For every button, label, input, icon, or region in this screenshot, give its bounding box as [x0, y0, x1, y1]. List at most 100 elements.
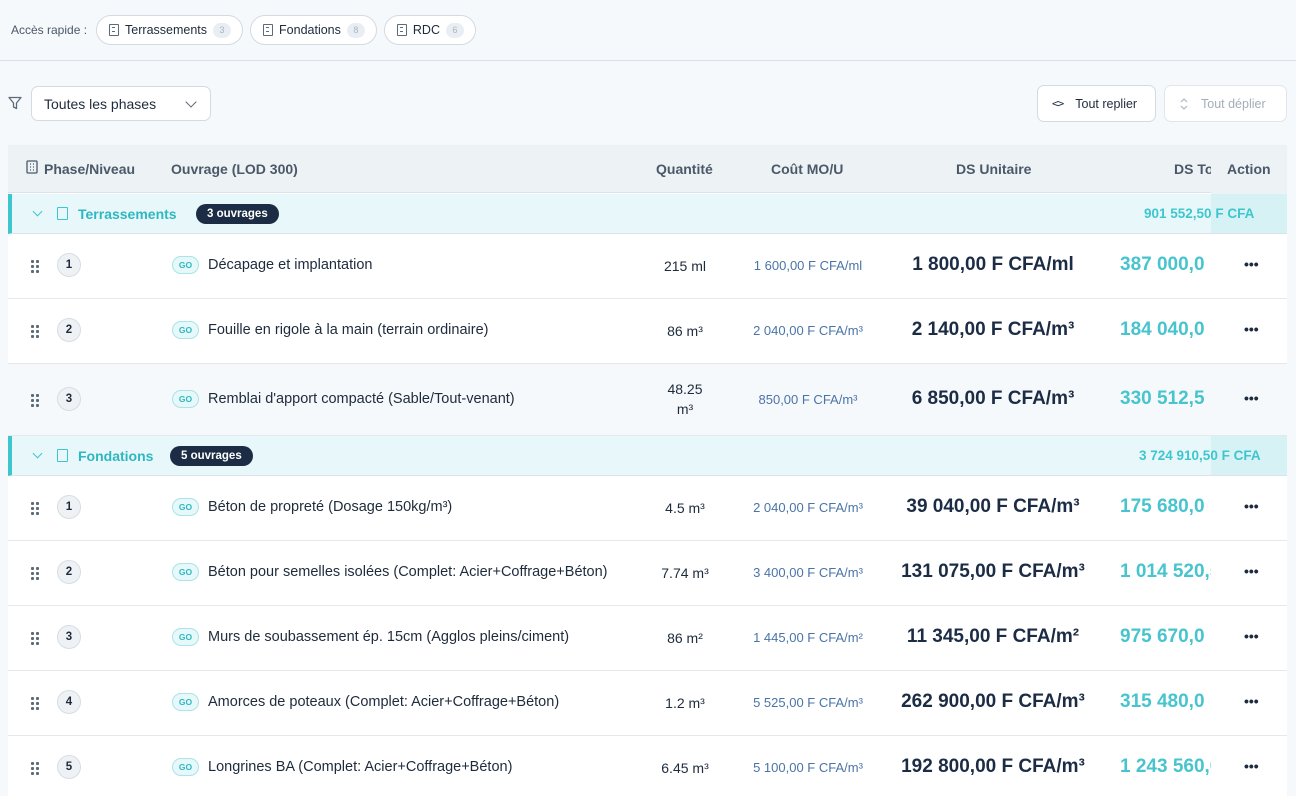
- table-header: Phase/Niveau Ouvrage (LOD 300) Quantité …: [8, 145, 1287, 209]
- table-row[interactable]: 2 GO Béton pour semelles isolées (Comple…: [8, 541, 1287, 606]
- more-horizontal-icon[interactable]: •••: [1244, 693, 1259, 709]
- header-ds-total[interactable]: DS To: [1174, 161, 1213, 177]
- ds-total-cell: 184 040,0: [1120, 319, 1211, 341]
- table-row[interactable]: 2 GO Fouille en rigole à la main (terrai…: [8, 299, 1287, 364]
- action-cell: •••: [1211, 234, 1287, 298]
- quantity: 7.74 m³: [661, 565, 709, 581]
- lot-tag: GO: [172, 321, 199, 339]
- chip-count: 8: [346, 22, 365, 38]
- group-name: Terrassements: [78, 206, 177, 222]
- header-ds-unitaire[interactable]: DS Unitaire: [956, 161, 1031, 177]
- ouvrage-label: Fouille en rigole à la main (terrain ord…: [208, 322, 489, 338]
- drag-handle-icon[interactable]: [31, 260, 39, 273]
- drag-handle-icon[interactable]: [31, 502, 39, 515]
- building-icon: [57, 207, 68, 220]
- building-icon: [109, 24, 120, 36]
- cost-mo: 1 600,00 F CFA/ml: [753, 258, 863, 273]
- ds-total: 975 670,0: [1120, 626, 1205, 647]
- table-row[interactable]: 1 GO Décapage et implantation 215 ml 1 6…: [8, 234, 1287, 299]
- more-horizontal-icon[interactable]: •••: [1244, 390, 1259, 406]
- collapse-all-button[interactable]: <> Tout replier: [1037, 85, 1156, 122]
- more-horizontal-icon[interactable]: •••: [1244, 563, 1259, 579]
- group-total: 901 552,50 F CFA: [1144, 206, 1255, 221]
- group-total: 3 724 910,50 F CFA: [1139, 448, 1261, 463]
- quick-access-bar: Accès rapide : Terrassements 3 Fondation…: [0, 0, 1296, 61]
- phase-select[interactable]: Toutes les phases: [31, 86, 211, 121]
- ds-total-cell: 975 670,0: [1120, 626, 1211, 648]
- expand-all-button[interactable]: Tout déplier: [1164, 85, 1287, 122]
- row-number: 1: [57, 495, 81, 519]
- ouvrage-label: Amorces de poteaux (Complet: Acier+Coffr…: [208, 694, 560, 710]
- quantity: 6.45 m³: [661, 760, 709, 776]
- header-action: Action: [1227, 161, 1271, 177]
- quick-chip-rdc[interactable]: RDC 6: [383, 15, 476, 45]
- ds-total: 330 512,5: [1120, 388, 1205, 409]
- ouvrage-label: Remblai d'apport compacté (Sable/Tout-ve…: [208, 391, 515, 407]
- drag-handle-icon[interactable]: [31, 762, 39, 775]
- quantity: 1.2 m³: [665, 695, 705, 711]
- action-cell: •••: [1211, 541, 1287, 605]
- quick-access-label: Accès rapide :: [11, 23, 88, 37]
- phase-select-value: Toutes les phases: [44, 95, 157, 112]
- cost-mo: 5 100,00 F CFA/m³: [753, 760, 863, 775]
- ds-total: 387 000,0: [1120, 254, 1205, 275]
- cost-mo: 2 040,00 F CFA/m³: [753, 500, 863, 515]
- table-row[interactable]: 5 GO Longrines BA (Complet: Acier+Coffra…: [8, 736, 1287, 796]
- lot-tag: GO: [172, 628, 199, 646]
- ds-unitaire: 11 345,00 F CFA/m²: [906, 626, 1080, 647]
- row-number: 2: [57, 560, 81, 584]
- ds-unitaire: 1 800,00 F CFA/ml: [912, 254, 1074, 275]
- chevron-down-icon: [185, 96, 197, 108]
- table-row[interactable]: 4 GO Amorces de poteaux (Complet: Acier+…: [8, 671, 1287, 736]
- more-horizontal-icon[interactable]: •••: [1244, 628, 1259, 644]
- chevron-down-icon[interactable]: [32, 206, 43, 217]
- cost-mo: 3 400,00 F CFA/m³: [753, 565, 863, 580]
- table-row[interactable]: 3 GO Murs de soubassement ép. 15cm (Aggl…: [8, 606, 1287, 671]
- quick-chip-terrassements[interactable]: Terrassements 3: [96, 15, 244, 45]
- chip-label: Terrassements: [125, 23, 208, 37]
- more-horizontal-icon[interactable]: •••: [1244, 498, 1259, 514]
- expand-all-label: Tout déplier: [1201, 96, 1266, 111]
- header-quantite[interactable]: Quantité: [656, 161, 713, 177]
- header-ouvrage[interactable]: Ouvrage (LOD 300): [171, 161, 298, 177]
- table-row[interactable]: 1 GO Béton de propreté (Dosage 150kg/m³)…: [8, 476, 1287, 541]
- drag-handle-icon[interactable]: [31, 632, 39, 645]
- lot-tag: GO: [172, 758, 199, 776]
- ds-unitaire: 131 075,00 F CFA/m³: [901, 561, 1085, 582]
- table-row[interactable]: 3 GO Remblai d'apport compacté (Sable/To…: [8, 364, 1287, 436]
- ds-total: 184 040,0: [1120, 319, 1205, 340]
- ds-total-cell: 387 000,0: [1120, 254, 1211, 276]
- row-number: 3: [57, 625, 81, 649]
- more-horizontal-icon[interactable]: •••: [1244, 321, 1259, 337]
- drag-handle-icon[interactable]: [31, 567, 39, 580]
- ds-unitaire: 192 800,00 F CFA/m³: [901, 756, 1085, 777]
- group-fondations[interactable]: Fondations 5 ouvrages 3 724 910,50 F CFA: [8, 436, 1287, 476]
- row-number: 5: [57, 755, 81, 779]
- chip-count: 6: [445, 22, 464, 38]
- chip-count: 3: [213, 22, 232, 38]
- group-terrassements[interactable]: Terrassements 3 ouvrages 901 552,50 F CF…: [8, 194, 1287, 234]
- quantity: 215 ml: [663, 258, 707, 274]
- row-number: 2: [57, 318, 81, 342]
- code-icon: <>: [1052, 97, 1064, 110]
- lot-tag: GO: [172, 693, 199, 711]
- cost-mo: 1 445,00 F CFA/m²: [753, 630, 863, 645]
- header-phase[interactable]: Phase/Niveau: [44, 161, 135, 177]
- ds-total-cell: 315 480,0: [1120, 691, 1211, 713]
- quick-chip-fondations[interactable]: Fondations 8: [250, 15, 377, 45]
- filter-icon: [8, 96, 22, 110]
- ouvrage-label: Béton de propreté (Dosage 150kg/m³): [208, 499, 453, 515]
- header-cout[interactable]: Coût MO/U: [771, 161, 843, 177]
- ds-unitaire: 262 900,00 F CFA/m³: [901, 691, 1085, 712]
- drag-handle-icon[interactable]: [31, 325, 39, 338]
- action-cell: •••: [1211, 671, 1287, 735]
- action-cell: •••: [1211, 364, 1287, 435]
- chevron-down-icon[interactable]: [32, 448, 43, 459]
- lot-tag: GO: [172, 256, 199, 274]
- more-horizontal-icon[interactable]: •••: [1244, 256, 1259, 272]
- ouvrage-label: Béton pour semelles isolées (Complet: Ac…: [208, 564, 608, 580]
- drag-handle-icon[interactable]: [31, 697, 39, 710]
- ds-total: 1 243 560,0: [1120, 756, 1211, 777]
- drag-handle-icon[interactable]: [31, 394, 39, 407]
- more-horizontal-icon[interactable]: •••: [1244, 758, 1259, 774]
